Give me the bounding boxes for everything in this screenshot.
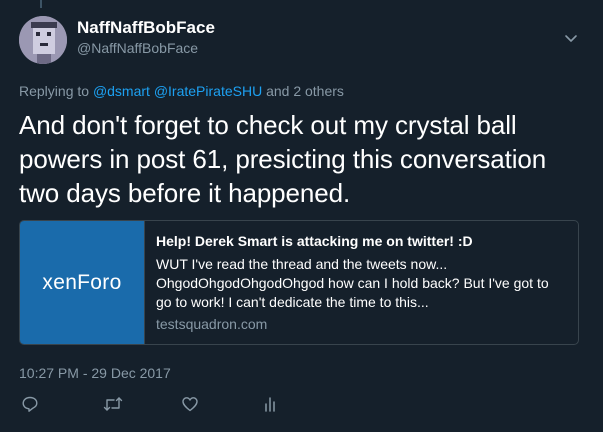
user-handle[interactable]: @NaffNaffBobFace	[77, 38, 215, 58]
replying-to-line: Replying to @dsmart @IratePirateSHU and …	[19, 82, 584, 100]
card-image[interactable]: xenForo	[20, 221, 145, 344]
mention-iratepirateshu[interactable]: @IratePirateSHU	[154, 83, 262, 99]
replying-to-others[interactable]: and 2 others	[266, 83, 344, 99]
chevron-down-icon[interactable]	[563, 30, 579, 46]
xenforo-logo: xenForo	[42, 270, 122, 294]
replying-to-prefix: Replying to	[19, 83, 90, 99]
link-card[interactable]: xenForo Help! Derek Smart is attacking m…	[19, 220, 579, 345]
avatar[interactable]	[19, 16, 67, 64]
analytics-icon[interactable]	[260, 395, 280, 413]
mention-dsmart[interactable]: @dsmart	[93, 83, 150, 99]
avatar-image	[19, 16, 67, 64]
heart-icon[interactable]	[180, 395, 200, 413]
tweet-actions	[20, 395, 584, 413]
card-title[interactable]: Help! Derek Smart is attacking me on twi…	[156, 232, 566, 251]
tweet-header: NaffNaffBobFace @NaffNaffBobFace	[19, 16, 584, 66]
card-content: Help! Derek Smart is attacking me on twi…	[145, 221, 576, 344]
tweet-timestamp[interactable]: 10:27 PM - 29 Dec 2017	[19, 364, 584, 382]
retweet-icon[interactable]	[101, 395, 125, 413]
tweet-text: And don't forget to check out my crystal…	[19, 110, 547, 208]
card-domain: testsquadron.com	[156, 316, 268, 332]
tweet: NaffNaffBobFace @NaffNaffBobFace Replyin…	[0, 0, 603, 432]
card-description: WUT I've read the thread and the tweets …	[156, 256, 549, 310]
reply-icon[interactable]	[20, 395, 40, 413]
display-name[interactable]: NaffNaffBobFace	[77, 17, 215, 38]
user-names: NaffNaffBobFace @NaffNaffBobFace	[77, 16, 215, 58]
thread-line	[40, 0, 42, 8]
